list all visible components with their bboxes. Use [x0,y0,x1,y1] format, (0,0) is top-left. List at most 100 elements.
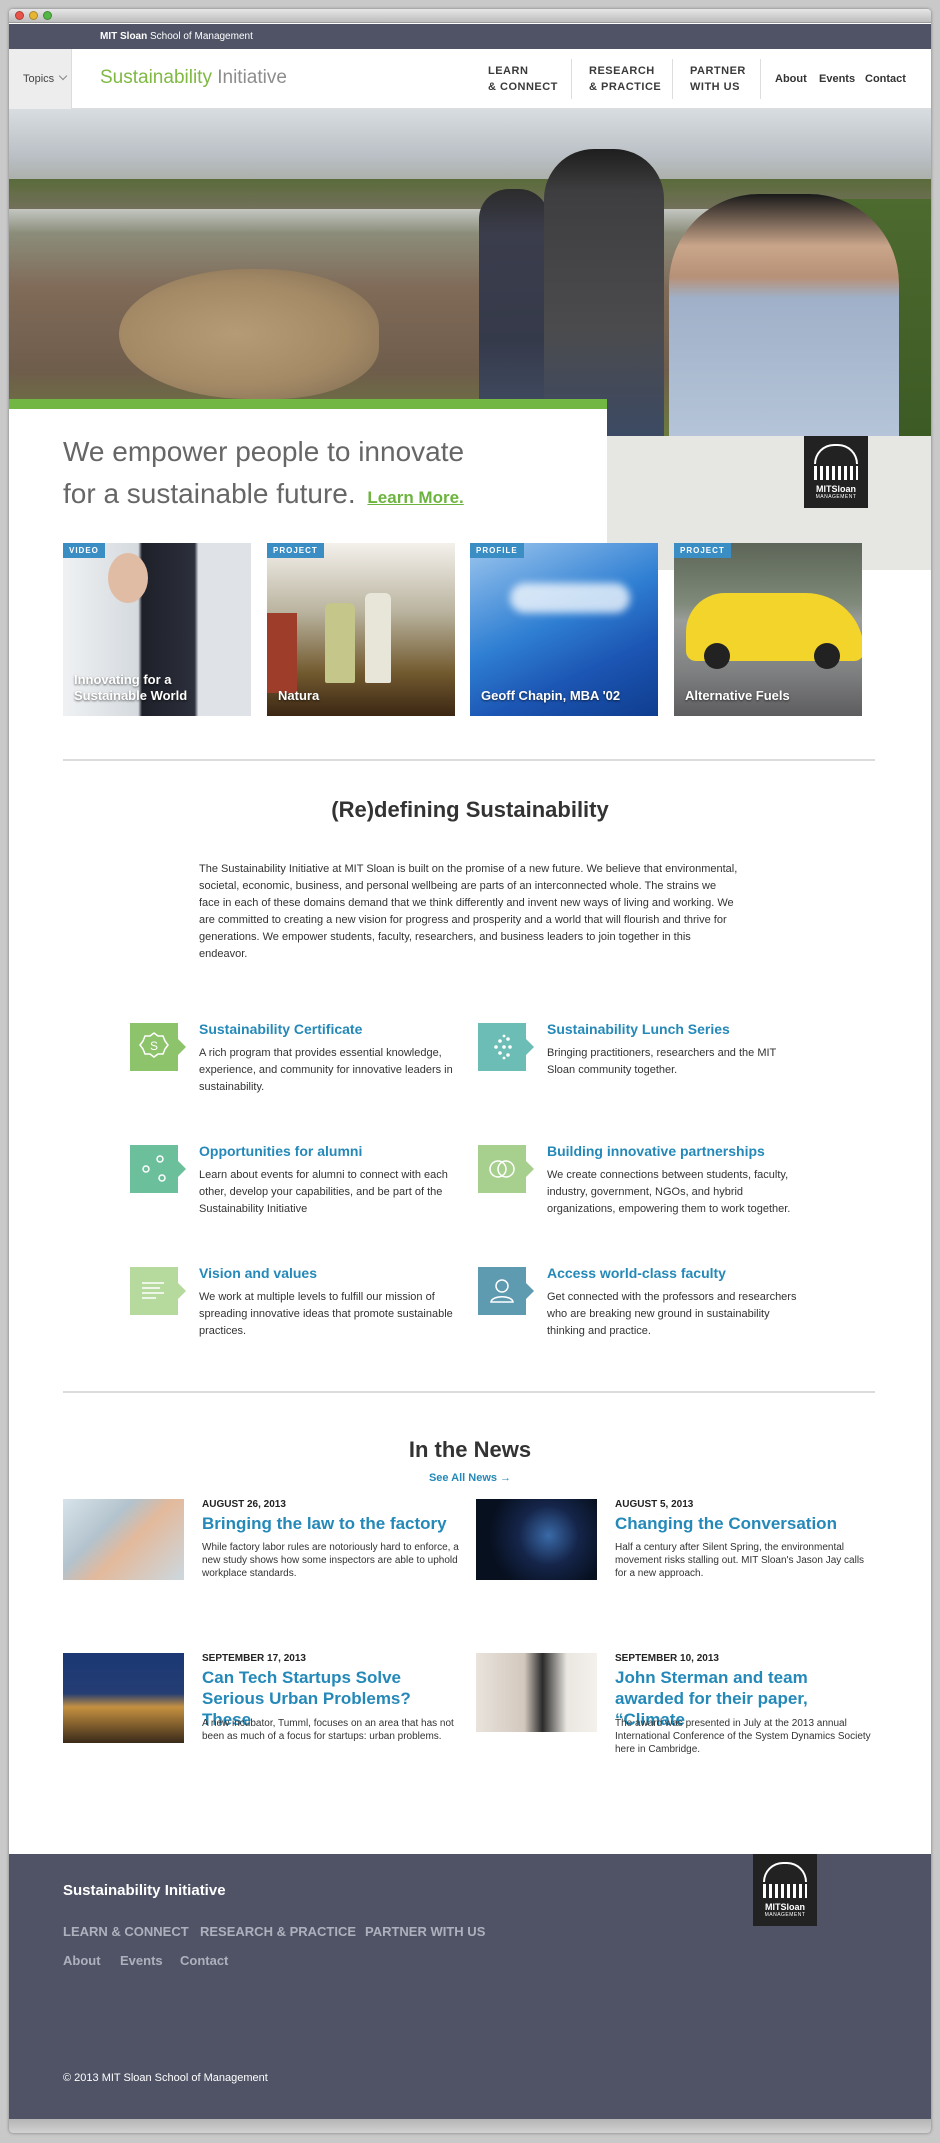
maximize-window-button[interactable] [43,11,52,20]
card-title: Natura [278,688,320,703]
window-titlebar [9,9,931,23]
logo-subtext: MANAGEMENT [815,494,857,500]
footer-contact-link[interactable]: Contact [180,1953,228,1968]
nav-divider [571,59,572,99]
redefining-heading: (Re)defining Sustainability [331,797,609,822]
mit-sloan-logo[interactable]: MITSloan MANAGEMENT [804,436,868,508]
feature-title[interactable]: Sustainability Lunch Series [547,1021,730,1037]
footer-about-link[interactable]: About [63,1953,101,1968]
chevron-down-icon [58,71,68,81]
nav-learn-connect[interactable]: LEARN & CONNECT [488,59,558,99]
feature-vision-values[interactable]: Vision and values We work at multiple le… [130,1265,460,1367]
nav-events-link[interactable]: Events [819,49,855,109]
logo-text: MITSloan [816,484,856,494]
news-desc: While factory labor rules are notoriousl… [202,1542,459,1579]
feature-desc: Get connected with the professors and re… [547,1291,797,1337]
feature-alumni[interactable]: Opportunities for alumni Learn about eve… [130,1143,460,1245]
nav-contact-link[interactable]: Contact [865,49,906,109]
news-date: SEPTEMBER 17, 2013 [202,1653,306,1664]
feature-card[interactable]: PROFILE Geoff Chapin, MBA '02 [470,543,658,716]
document-icon [130,1267,186,1315]
nav-learn-connect-line1: LEARN [488,65,529,77]
news-thumbnail[interactable] [63,1499,184,1580]
card-badge: VIDEO [63,543,105,558]
feature-title[interactable]: Vision and values [199,1265,317,1281]
taxi-wheel [814,643,840,669]
featured-cards: VIDEO Innovating for a Sustainable World… [63,543,875,718]
network-icon [130,1145,186,1193]
mit-sloan-top-bar: MIT Sloan School of Management [9,24,931,49]
close-window-button[interactable] [15,11,24,20]
dome-icon [763,1862,807,1882]
card-title: Alternative Fuels [685,688,790,703]
card-badge: PROJECT [674,543,731,558]
nav-partner-line1: PARTNER [690,65,746,77]
feature-title[interactable]: Access world-class faculty [547,1265,726,1281]
window-bottom-strip [9,2119,931,2133]
footer-title[interactable]: Sustainability Initiative [63,1882,226,1899]
card-badge: PROFILE [470,543,524,558]
dome-icon [814,444,858,464]
in-the-news-heading: In the News [408,1437,532,1462]
certificate-icon: S [130,1023,186,1071]
feature-card[interactable]: PROJECT Alternative Fuels [674,543,862,716]
footer-mit-sloan-logo[interactable]: MITSloan MANAGEMENT [753,1854,817,1926]
news-title[interactable]: Bringing the law to the factory [202,1513,460,1534]
news-title[interactable]: Changing the Conversation [615,1513,873,1534]
feature-title[interactable]: Building innovative partnerships [547,1143,765,1159]
footer-partner-link[interactable]: PARTNER WITH US [365,1924,485,1939]
dots-icon [478,1023,534,1071]
news-desc: A new incubator, Tumml, focuses on an ar… [202,1718,454,1742]
feature-partnerships[interactable]: Building innovative partnerships We crea… [478,1143,808,1245]
nav-divider [760,59,761,99]
nav-partner-with-us[interactable]: PARTNER WITH US [690,59,746,99]
nav-research-practice-line2: & PRACTICE [589,81,662,93]
feature-card[interactable]: PROJECT Natura [267,543,455,716]
feature-sustainability-certificate[interactable]: S Sustainability Certificate A rich prog… [130,1021,460,1123]
news-desc: Half a century after Silent Spring, the … [615,1542,865,1579]
news-thumbnail[interactable] [63,1653,184,1743]
news-date: AUGUST 26, 2013 [202,1499,286,1510]
news-item[interactable]: SEPTEMBER 10, 2013 John Sterman and team… [476,1653,876,1763]
section-divider [63,759,875,761]
speaker-photo [108,553,148,603]
site-title[interactable]: Sustainability Initiative [100,67,287,89]
mit-sloan-link[interactable]: MIT Sloan [100,31,147,42]
see-all-news-link[interactable]: See All News → [9,1472,931,1484]
news-thumbnail[interactable] [476,1499,597,1580]
hero-person [669,194,899,436]
feature-title[interactable]: Sustainability Certificate [199,1021,362,1037]
logo-text: MITSloan [765,1902,805,1912]
hero-image [9,109,931,436]
svg-text:S: S [150,1039,158,1053]
network-glyph [130,1145,178,1193]
tagline-line2: for a sustainable future. [63,478,356,509]
nav-about-link[interactable]: About [775,49,807,109]
product-bottle [325,603,355,683]
feature-lunch-series[interactable]: Sustainability Lunch Series Bringing pra… [478,1021,808,1123]
news-item[interactable]: SEPTEMBER 17, 2013 Can Tech Startups Sol… [63,1653,463,1763]
footer-research-practice-link[interactable]: RESEARCH & PRACTICE [200,1924,356,1939]
news-thumbnail[interactable] [476,1653,597,1732]
footer-learn-connect-link[interactable]: LEARN & CONNECT [63,1924,189,1939]
nav-research-practice[interactable]: RESEARCH & PRACTICE [589,59,661,99]
minimize-window-button[interactable] [29,11,38,20]
learn-more-link[interactable]: Learn More. [367,488,463,507]
rings-icon [478,1145,534,1193]
certificate-glyph: S [130,1023,178,1071]
news-date: AUGUST 5, 2013 [615,1499,694,1510]
copyright-text: © 2013 MIT Sloan School of Management [63,2072,268,2084]
sky-cloud [510,583,630,613]
topics-dropdown[interactable]: Topics [9,49,72,109]
browser-window: MIT Sloan School of Management Topics Su… [9,9,931,2133]
document-glyph [130,1267,178,1315]
feature-faculty[interactable]: Access world-class faculty Get connected… [478,1265,808,1367]
product-bottle [365,593,391,683]
nav-partner-line2: WITH US [690,81,740,93]
footer-events-link[interactable]: Events [120,1953,163,1968]
news-item[interactable]: AUGUST 5, 2013 Changing the Conversation… [476,1499,876,1609]
feature-card[interactable]: VIDEO Innovating for a Sustainable World [63,543,251,716]
news-item[interactable]: AUGUST 26, 2013 Bringing the law to the … [63,1499,463,1609]
card-badge: PROJECT [267,543,324,558]
feature-title[interactable]: Opportunities for alumni [199,1143,362,1159]
